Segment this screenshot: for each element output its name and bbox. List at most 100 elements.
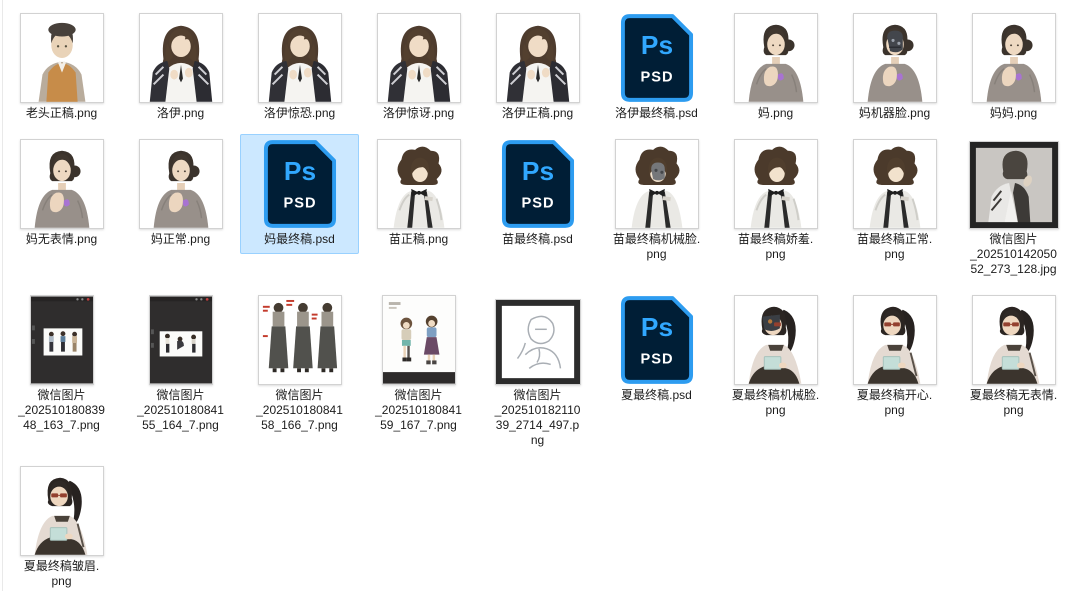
file-name-line: 洛伊惊恐.png [264,106,335,121]
file-name-line: 妈机器脸.png [859,106,930,121]
file-item-image[interactable]: 洛伊惊讶.png [359,8,478,128]
file-name-line: 洛伊正稿.png [502,106,573,121]
thumbnail-art [734,139,818,229]
file-item-image[interactable]: 微信图片_20251018084159_167_7.png [359,290,478,440]
file-name-line: png [613,247,700,262]
file-name-label: 夏最终稿开心.png [857,388,932,418]
file-name-label: 微信图片_20251018211039_2714_497.png [495,388,581,448]
file-name-line: png [857,403,932,418]
file-item-image[interactable]: 微信图片_20251018211039_2714_497.png [478,290,597,455]
file-item-image[interactable]: 夏最终稿皱眉.png [2,461,121,596]
file-item-image[interactable]: 妈无表情.png [2,134,121,254]
psd-icon-ext-text: PSD [640,69,673,85]
file-item-image[interactable]: 微信图片_20251018084158_166_7.png [240,290,359,440]
file-name-line: _202510142050 [970,247,1057,262]
file-item-image[interactable]: 微信图片_20251018083948_163_7.png [2,290,121,440]
thumbnail-art [734,13,818,103]
thumbnail-art [972,13,1056,103]
file-item-image[interactable]: 洛伊正稿.png [478,8,597,128]
file-thumbnail [496,13,580,103]
file-grid: 老头正稿.png 洛伊.png 洛伊惊恐.png 洛伊惊讶.png 洛伊正稿.p… [2,8,1078,602]
file-name-line: ng [495,433,581,448]
file-item-image[interactable]: 妈机器脸.png [835,8,954,128]
file-name-line: _202510180841 [256,403,343,418]
file-name-line: 妈正常.png [151,232,210,247]
file-name-label: 苗正稿.png [389,232,448,247]
thumbnail-art [20,139,104,229]
file-name-line: 58_166_7.png [256,418,343,433]
file-thumbnail [853,295,937,385]
file-name-line: 微信图片 [137,388,224,403]
thumbnail-art [853,139,937,229]
file-item-image[interactable]: 妈.png [716,8,835,128]
file-name-line: 妈最终稿.psd [264,232,335,247]
thumbnail-art [149,295,213,385]
file-item-image[interactable]: 妈正常.png [121,134,240,254]
file-thumbnail [139,139,223,229]
file-item-image[interactable]: 微信图片_20251018084155_164_7.png [121,290,240,440]
file-thumbnail [969,139,1059,229]
file-name-label: 微信图片_20251018084158_166_7.png [256,388,343,433]
psd-icon-ps-glyph: Ps [283,156,315,186]
file-thumbnail [20,139,104,229]
file-name-line: 微信图片 [256,388,343,403]
file-name-label: 洛伊惊讶.png [383,106,454,121]
file-thumbnail [972,13,1056,103]
thumbnail-art [377,139,461,229]
file-name-line: 微信图片 [495,388,581,403]
file-name-label: 妈无表情.png [26,232,97,247]
file-name-line: _202510182110 [495,403,581,418]
file-thumbnail [495,295,581,385]
file-item-image[interactable]: 苗最终稿机械脸.png [597,134,716,269]
file-name-label: 妈最终稿.psd [264,232,335,247]
photoshop-psd-file-icon: Ps PSD [620,13,694,103]
file-item-image[interactable]: 苗正稿.png [359,134,478,254]
file-item-image[interactable]: 洛伊惊恐.png [240,8,359,128]
thumbnail-art [20,13,104,103]
file-thumbnail [853,13,937,103]
file-item-psd[interactable]: Ps PSD 洛伊最终稿.psd [597,8,716,128]
file-name-line: png [732,403,819,418]
file-name-line: png [970,403,1057,418]
file-name-label: 妈.png [758,106,793,121]
thumbnail-art [258,13,342,103]
file-name-line: 59_167_7.png [375,418,462,433]
file-thumbnail [258,295,342,385]
file-name-line: _202510180841 [375,403,462,418]
file-item-image[interactable]: 夏最终稿无表情.png [954,290,1073,425]
file-item-psd[interactable]: Ps PSD 夏最终稿.psd [597,290,716,410]
file-name-label: 微信图片_20251014205052_273_128.jpg [970,232,1057,277]
file-name-label: 夏最终稿.psd [621,388,692,403]
file-name-line: png [24,574,99,589]
file-name-line: 苗最终稿.psd [502,232,573,247]
file-item-image[interactable]: 洛伊.png [121,8,240,128]
file-name-line: 老头正稿.png [26,106,97,121]
file-name-line: 夏最终稿无表情. [970,388,1057,403]
thumbnail-art [969,141,1059,229]
thumbnail-art [20,466,104,556]
photoshop-psd-file-icon: Ps PSD [501,139,575,229]
file-item-image[interactable]: 微信图片_20251014205052_273_128.jpg [954,134,1073,284]
file-name-line: 夏最终稿机械脸. [732,388,819,403]
file-name-label: 苗最终稿正常.png [857,232,932,262]
file-thumbnail [377,139,461,229]
file-item-psd[interactable]: Ps PSD 妈最终稿.psd [240,134,359,254]
file-item-image[interactable]: 夏最终稿机械脸.png [716,290,835,425]
file-name-line: 洛伊惊讶.png [383,106,454,121]
file-name-line: 微信图片 [970,232,1057,247]
file-item-psd[interactable]: Ps PSD 苗最终稿.psd [478,134,597,254]
file-name-line: 妈无表情.png [26,232,97,247]
psd-icon-ext-text: PSD [640,351,673,367]
file-name-line: 夏最终稿.psd [621,388,692,403]
file-item-image[interactable]: 夏最终稿开心.png [835,290,954,425]
file-name-line: _202510180839 [18,403,105,418]
thumbnail-art [30,295,94,385]
file-item-image[interactable]: 妈妈.png [954,8,1073,128]
file-name-label: 微信图片_20251018083948_163_7.png [18,388,105,433]
file-name-line: 夏最终稿皱眉. [24,559,99,574]
file-item-image[interactable]: 老头正稿.png [2,8,121,128]
file-item-image[interactable]: 苗最终稿正常.png [835,134,954,269]
file-name-line: png [857,247,932,262]
thumbnail-art [853,295,937,385]
file-item-image[interactable]: 苗最终稿娇羞.png [716,134,835,269]
